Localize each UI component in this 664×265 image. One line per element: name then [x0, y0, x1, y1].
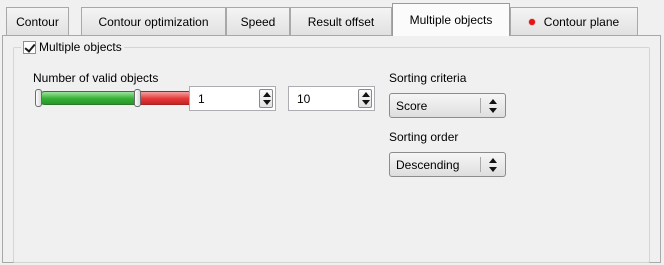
tab-speed[interactable]: Speed	[226, 7, 290, 35]
slider-max-handle[interactable]	[134, 89, 141, 107]
tab-label: Result offset	[307, 14, 375, 29]
combo-separator	[480, 98, 481, 113]
tab-contour-optimization[interactable]: Contour optimization	[81, 7, 226, 35]
tab-label: Speed	[240, 14, 276, 29]
status-dot-icon	[528, 18, 535, 25]
sorting-criteria-value: Score	[396, 98, 428, 113]
group-title: Multiple objects	[39, 40, 122, 54]
valid-objects-range-slider[interactable]	[35, 89, 209, 107]
tab-label: Multiple objects	[409, 13, 493, 27]
sorting-order-label: Sorting order	[389, 130, 459, 144]
tab-contour[interactable]: Contour	[6, 7, 69, 35]
spin-up-down-icon[interactable]	[259, 89, 273, 108]
tab-result-offset[interactable]: Result offset	[290, 7, 392, 35]
tab-label: Contour optimization	[98, 14, 209, 29]
tab-label: Contour plane	[543, 14, 620, 29]
tab-bar: Contour Contour optimization Speed Resul…	[0, 0, 664, 36]
tab-label: Contour	[16, 14, 59, 29]
up-down-arrows-icon	[488, 158, 498, 172]
spin-up-down-icon[interactable]	[358, 89, 372, 108]
tab-contour-plane[interactable]: Contour plane	[510, 7, 638, 35]
combo-separator	[480, 157, 481, 172]
slider-min-handle[interactable]	[35, 89, 42, 107]
sorting-order-value: Descending	[396, 157, 460, 172]
multiple-objects-toggle[interactable]: Multiple objects	[21, 38, 124, 56]
max-objects-spinbox[interactable]: 10	[288, 86, 375, 111]
tab-multiple-objects[interactable]: Multiple objects	[392, 3, 510, 36]
sorting-criteria-label: Sorting criteria	[389, 71, 467, 85]
sorting-order-combobox[interactable]: Descending	[389, 152, 506, 177]
up-down-arrows-icon	[488, 99, 498, 113]
sorting-criteria-combobox[interactable]: Score	[389, 93, 506, 118]
checkbox-checked-icon[interactable]	[23, 40, 36, 54]
valid-objects-label: Number of valid objects	[33, 71, 159, 85]
tab-panel-multiple-objects: Multiple objects	[2, 35, 661, 263]
slider-range-fill	[38, 91, 138, 105]
min-objects-spinbox[interactable]: 1	[189, 86, 276, 111]
